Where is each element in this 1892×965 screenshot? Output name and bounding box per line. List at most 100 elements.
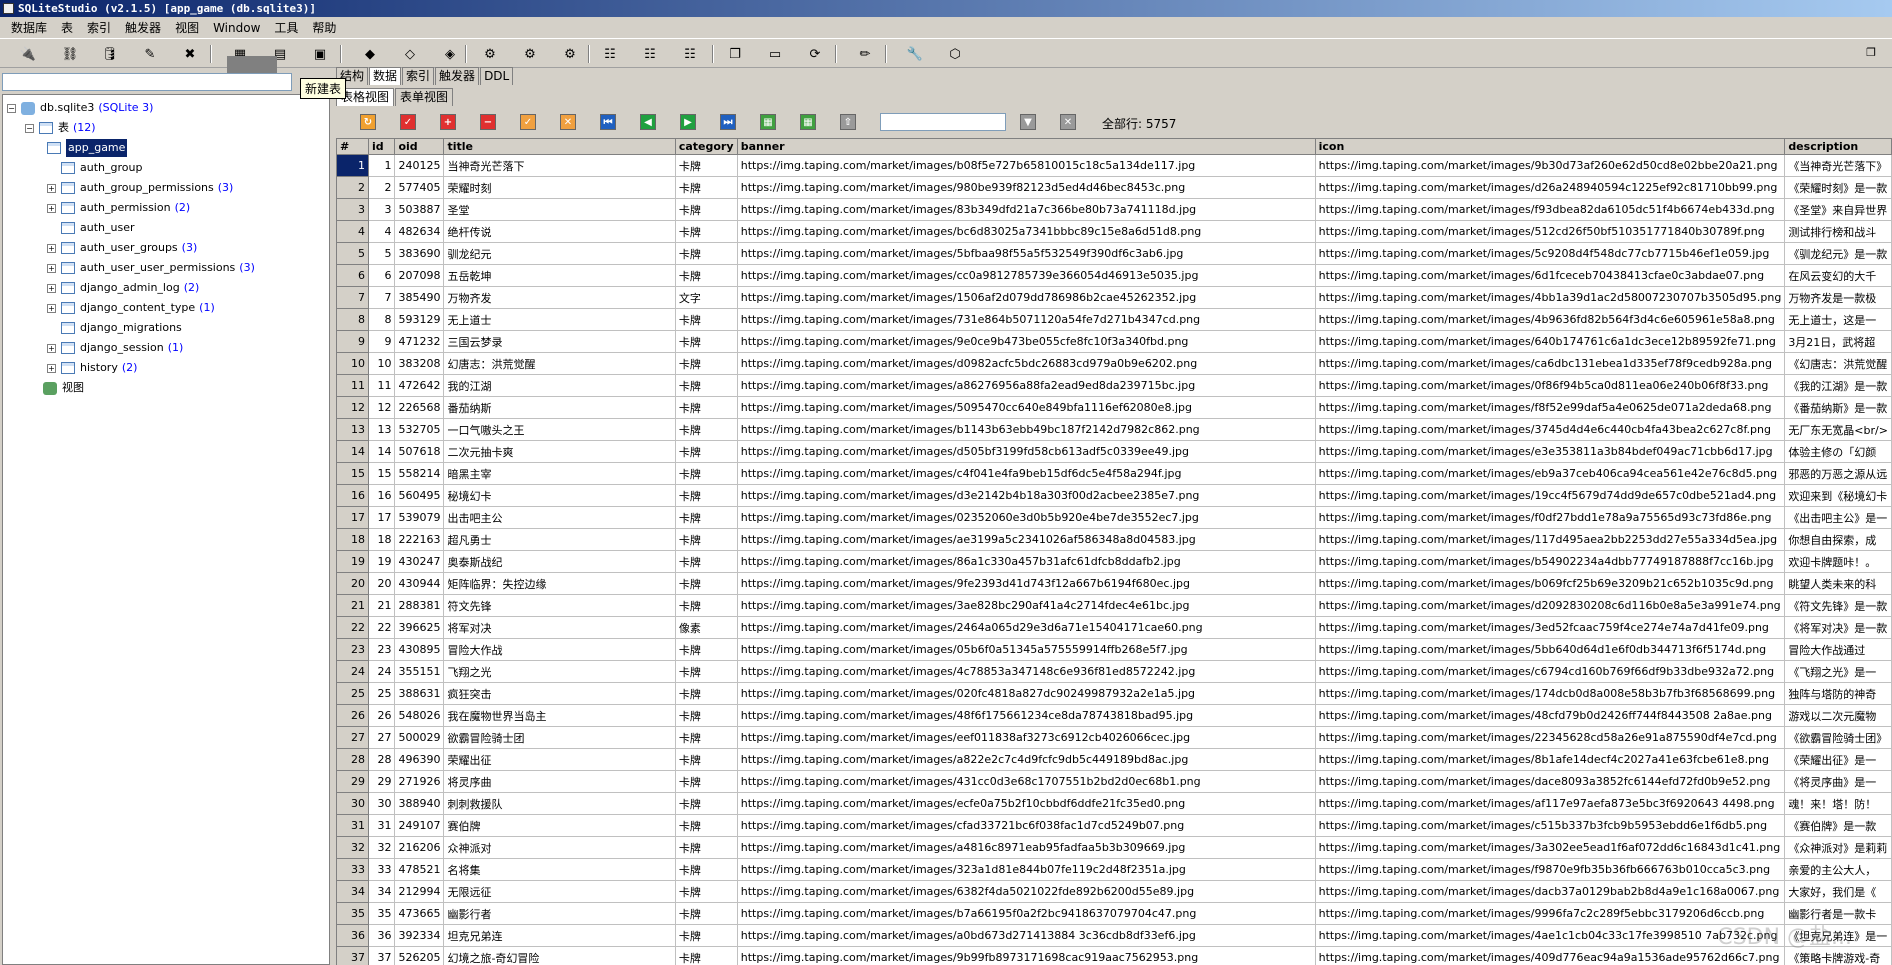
cell-title[interactable]: 一口气嗷头之王 [443, 418, 676, 441]
cell-icon[interactable]: https://img.taping.com/market/images/f8f… [1314, 396, 1786, 419]
cell-icon[interactable]: https://img.taping.com/market/images/48c… [1314, 704, 1786, 727]
column-header-category[interactable]: category [674, 138, 738, 155]
table-row[interactable]: 34 34 212994 无限远征 卡牌 https://img.taping.com/m… [336, 880, 1892, 903]
cell-icon[interactable]: https://img.taping.com/market/images/5bb… [1314, 638, 1786, 661]
cell-rownum[interactable]: 23 [336, 638, 369, 661]
cell-banner[interactable]: https://img.taping.com/market/images/eef… [736, 726, 1316, 749]
tree-views-node[interactable]: 视图 [43, 379, 84, 397]
cell-icon[interactable]: https://img.taping.com/market/images/409… [1314, 946, 1786, 965]
cell-id[interactable]: 4 [367, 220, 396, 243]
cell-id[interactable]: 25 [367, 682, 396, 705]
cell-oid[interactable]: 548026 [394, 704, 445, 727]
tab-data[interactable]: 数据 [369, 67, 402, 85]
cell-rownum[interactable]: 29 [336, 770, 369, 793]
cell-title[interactable]: 圣堂 [443, 198, 676, 221]
cell-category[interactable]: 卡牌 [674, 748, 738, 771]
last-page-icon[interactable]: ⏭ [720, 114, 736, 130]
table-row[interactable]: 28 28 496390 荣耀出征 卡牌 https://img.taping.com/m… [336, 748, 1892, 771]
cell-description[interactable]: 《飞翔之光》是一 [1784, 660, 1892, 683]
collapse-icon[interactable]: − [7, 103, 16, 113]
menu-view[interactable]: 视图 [168, 17, 206, 39]
cell-banner[interactable]: https://img.taping.com/market/images/5bf… [736, 242, 1316, 265]
delete-row-icon[interactable]: − [480, 114, 496, 130]
cell-rownum[interactable]: 4 [336, 220, 369, 243]
edit-view-icon[interactable]: ☷ [640, 44, 660, 64]
cell-oid[interactable]: 539079 [394, 506, 445, 529]
cell-icon[interactable]: https://img.taping.com/market/images/dac… [1314, 770, 1786, 793]
cell-icon[interactable]: https://img.taping.com/market/images/9b3… [1314, 154, 1786, 177]
connect-db-icon[interactable]: 🔌 [18, 44, 38, 64]
cell-id[interactable]: 11 [367, 374, 396, 397]
cell-banner[interactable]: https://img.taping.com/market/images/020… [736, 682, 1316, 705]
cell-rownum[interactable]: 17 [336, 506, 369, 529]
cell-description[interactable]: 你想自由探索，成 [1784, 528, 1892, 551]
first-page-icon[interactable]: ⏮ [600, 114, 616, 130]
cell-icon[interactable]: https://img.taping.com/market/images/512… [1314, 220, 1786, 243]
cell-id[interactable]: 5 [367, 242, 396, 265]
cell-description[interactable]: 《我的江湖》是一款 [1784, 374, 1892, 397]
add-row-icon[interactable]: + [440, 114, 456, 130]
cell-rownum[interactable]: 24 [336, 660, 369, 683]
cell-oid[interactable]: 478521 [394, 858, 445, 881]
cell-id[interactable]: 23 [367, 638, 396, 661]
cell-description[interactable]: 眺望人类未来的科 [1784, 572, 1892, 595]
clear-filter-icon[interactable]: ✕ [1060, 114, 1076, 130]
cell-icon[interactable]: https://img.taping.com/market/images/0f8… [1314, 374, 1786, 397]
disconnect-db-icon[interactable]: ⛓ [60, 44, 80, 64]
cell-category[interactable]: 卡牌 [674, 242, 738, 265]
table-row[interactable]: 3 3 503887 圣堂 卡牌 https://img.taping.com/marke… [336, 198, 1892, 221]
cell-title[interactable]: 疯狂突击 [443, 682, 676, 705]
cell-banner[interactable]: https://img.taping.com/market/images/ecf… [736, 792, 1316, 815]
cell-oid[interactable]: 577405 [394, 176, 445, 199]
cell-rownum[interactable]: 16 [336, 484, 369, 507]
cell-title[interactable]: 幻境之旅-奇幻冒险 [443, 946, 676, 965]
cell-icon[interactable]: https://img.taping.com/market/images/999… [1314, 902, 1786, 925]
cell-rownum[interactable]: 18 [336, 528, 369, 551]
cell-oid[interactable]: 207098 [394, 264, 445, 287]
cell-id[interactable]: 35 [367, 902, 396, 925]
cell-rownum[interactable]: 31 [336, 814, 369, 837]
cell-oid[interactable]: 503887 [394, 198, 445, 221]
commit-changes-icon[interactable]: ✓ [520, 114, 536, 130]
column-header-oid[interactable]: oid [394, 138, 445, 155]
cell-category[interactable]: 卡牌 [674, 506, 738, 529]
cell-icon[interactable]: https://img.taping.com/market/images/223… [1314, 726, 1786, 749]
cell-description[interactable]: 体验主修の「幻颜 [1784, 440, 1892, 463]
menu-table[interactable]: 表 [54, 17, 80, 39]
cell-banner[interactable]: https://img.taping.com/market/images/a0b… [736, 924, 1316, 947]
cell-category[interactable]: 卡牌 [674, 836, 738, 859]
expand-icon[interactable]: + [47, 343, 56, 353]
cell-rownum[interactable]: 36 [336, 924, 369, 947]
cell-category[interactable]: 卡牌 [674, 528, 738, 551]
cell-id[interactable]: 14 [367, 440, 396, 463]
cell-icon[interactable]: https://img.taping.com/market/images/d26… [1314, 176, 1786, 199]
menu-window[interactable]: Window [206, 17, 267, 39]
cell-oid[interactable]: 472642 [394, 374, 445, 397]
cell-title[interactable]: 三国云梦录 [443, 330, 676, 353]
table-row[interactable]: 4 4 482634 绝杆传说 卡牌 https://img.taping.com/mar… [336, 220, 1892, 243]
table-row[interactable]: 11 11 472642 我的江湖 卡牌 https://img.taping.com/m… [336, 374, 1892, 397]
cell-icon[interactable]: https://img.taping.com/market/images/f98… [1314, 858, 1786, 881]
table-row[interactable]: 8 8 593129 无上道士 卡牌 https://img.taping.com/mar… [336, 308, 1892, 331]
cell-category[interactable]: 卡牌 [674, 264, 738, 287]
cell-oid[interactable]: 500029 [394, 726, 445, 749]
new-trigger-icon[interactable]: ⚙ [480, 44, 500, 64]
expand-icon[interactable]: + [47, 203, 56, 213]
column-header-icon[interactable]: icon [1314, 138, 1786, 155]
cell-icon[interactable]: https://img.taping.com/market/images/b06… [1314, 572, 1786, 595]
cell-category[interactable]: 卡牌 [674, 814, 738, 837]
cell-category[interactable]: 卡牌 [674, 550, 738, 573]
cell-title[interactable]: 番茄纳斯 [443, 396, 676, 419]
cell-oid[interactable]: 593129 [394, 308, 445, 331]
cell-title[interactable]: 二次元抽卡爽 [443, 440, 676, 463]
cell-banner[interactable]: https://img.taping.com/market/images/86a… [736, 550, 1316, 573]
table-row[interactable]: 30 30 388940 刺刺救援队 卡牌 https://img.taping.com/… [336, 792, 1892, 815]
cell-rownum[interactable]: 30 [336, 792, 369, 815]
cell-category[interactable]: 卡牌 [674, 594, 738, 617]
cell-icon[interactable]: https://img.taping.com/market/images/c67… [1314, 660, 1786, 683]
cell-id[interactable]: 10 [367, 352, 396, 375]
column-header-rownum[interactable]: # [336, 138, 369, 155]
cell-id[interactable]: 29 [367, 770, 396, 793]
cell-rownum[interactable]: 28 [336, 748, 369, 771]
restore-window-icon[interactable]: ❐ [1866, 46, 1876, 59]
